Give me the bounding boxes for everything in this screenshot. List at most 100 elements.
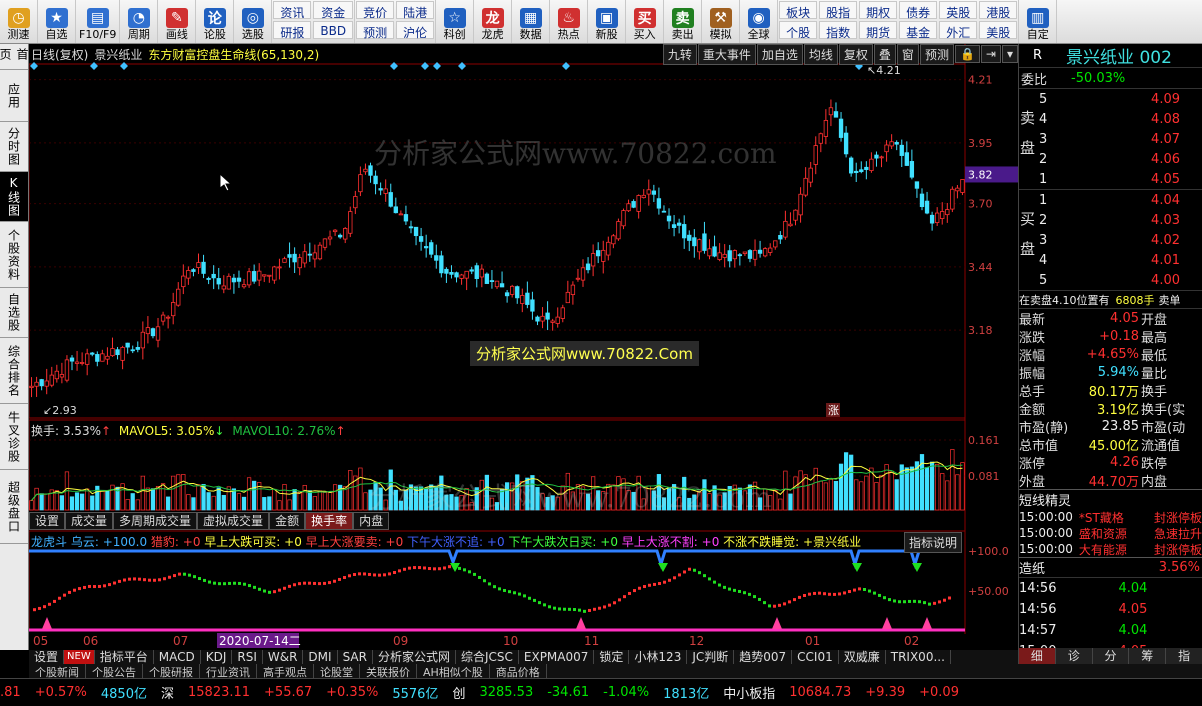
toolbar-link-grid3-8[interactable]: 期货 <box>859 21 898 40</box>
indicator-tab-11[interactable]: EXPMA007 <box>519 650 595 664</box>
indicator-tab-8[interactable]: SAR <box>338 650 373 664</box>
buttons-button-4[interactable]: ✎ 画线 <box>158 0 197 43</box>
indicator-tab-18[interactable]: TRIX00... <box>886 650 951 664</box>
toolbar-link-grid1-0[interactable]: 资讯 <box>273 1 312 20</box>
buy-row[interactable]: 4 4.01 <box>1019 250 1202 270</box>
indicator-tab-3[interactable]: MACD <box>154 650 201 664</box>
indicator-tab-13[interactable]: 小林123 <box>629 650 688 664</box>
buttons-button-6[interactable]: ◎ 选股 <box>234 0 273 43</box>
chart-tool-7[interactable]: 预测 <box>919 43 954 65</box>
chevron-down-icon[interactable]: ▾ <box>1001 45 1018 63</box>
right-tab-2[interactable]: 分 <box>1092 648 1130 664</box>
buttons2-button-2[interactable]: ▦ 数据 <box>512 0 551 43</box>
toolbar-link-grid3-5[interactable]: 港股 <box>979 1 1018 20</box>
indicator-tab-7[interactable]: DMI <box>303 650 338 664</box>
volume-tab-6[interactable]: 内盘 <box>353 512 390 530</box>
toolbar-link-grid3-4[interactable]: 英股 <box>939 1 978 20</box>
toolbar-link-grid2-2[interactable]: 预测 <box>356 21 395 40</box>
indicator-tab-2[interactable]: 指标平台 <box>95 650 154 664</box>
indicator-tab-14[interactable]: JC判断 <box>687 650 735 664</box>
buttons2-button-0[interactable]: ☆ 科创 <box>436 0 475 43</box>
toolbar-link-grid1-1[interactable]: 资金 <box>313 1 354 20</box>
buy-row[interactable]: 1 4.04 <box>1019 190 1202 210</box>
chart-period[interactable]: 日线(复权) <box>31 46 88 63</box>
volume-tab-4[interactable]: 金额 <box>269 512 306 530</box>
right-tab-0[interactable]: 细 <box>1019 648 1056 664</box>
indicator-tab-9[interactable]: 分析家公式网 <box>373 650 456 664</box>
news-tab-8[interactable]: 商品价格 <box>490 664 547 678</box>
toolbar-link-grid2-0[interactable]: 竞价 <box>356 1 395 20</box>
sidebar-item-6[interactable]: 综合排名 <box>0 338 28 404</box>
news-tab-7[interactable]: AH相似个股 <box>417 664 490 678</box>
news-tab-6[interactable]: 关联报价 <box>360 664 417 678</box>
volume-tab-3[interactable]: 虚拟成交量 <box>197 512 270 530</box>
sell-row[interactable]: 5 4.09 <box>1019 89 1202 109</box>
buttons2-button-4[interactable]: ▣ 新股 <box>588 0 627 43</box>
buttons2-button-7[interactable]: ⚒ 模拟 <box>702 0 741 43</box>
toolbar-link-grid3-0[interactable]: 板块 <box>779 1 818 20</box>
chart-tool-3[interactable]: 均线 <box>803 43 838 65</box>
lock-icon[interactable]: 🔒 <box>954 45 980 63</box>
arrow-icon[interactable]: ⇥ <box>980 45 1001 63</box>
short-title-row[interactable]: 短线精灵 <box>1019 489 1202 509</box>
toolbar-link-grid3-3[interactable]: 债券 <box>899 1 938 20</box>
indicator-tab-17[interactable]: 双威廉 <box>839 650 886 664</box>
news-tab-3[interactable]: 行业资讯 <box>200 664 257 678</box>
toolbar-link-grid1-3[interactable]: BBD <box>313 21 354 39</box>
sidebar-item-8[interactable]: 超级盘口 <box>0 470 28 544</box>
custom-button[interactable]: ▥ 自定 <box>1019 0 1058 43</box>
buttons2-button-1[interactable]: 龙龙虎 <box>474 0 513 43</box>
sidebar-item-0[interactable]: 首页 <box>0 44 29 70</box>
sidebar-item-2[interactable]: 分时图 <box>0 122 28 172</box>
toolbar-link-grid3-1[interactable]: 股指 <box>819 1 858 20</box>
toolbar-link-grid3-10[interactable]: 外汇 <box>939 21 978 40</box>
chart-tool-4[interactable]: 复权 <box>838 43 873 65</box>
sell-row[interactable]: 3 4.07 <box>1019 129 1202 149</box>
buttons-button-5[interactable]: 论论股 <box>196 0 235 43</box>
toolbar-link-grid3-11[interactable]: 美股 <box>979 21 1018 40</box>
toolbar-link-grid2-1[interactable]: 陆港 <box>396 1 435 20</box>
chart-tool-6[interactable]: 窗 <box>896 43 919 65</box>
short-item[interactable]: 15:00:00 大有能源 封涨停板 <box>1019 541 1202 557</box>
chart-tool-5[interactable]: 叠 <box>873 43 896 65</box>
news-tab-2[interactable]: 个股研报 <box>143 664 200 678</box>
buttons2-button-6[interactable]: 卖卖出 <box>664 0 703 43</box>
sidebar-item-3[interactable]: K线图 <box>0 172 28 222</box>
buy-row[interactable]: 3 4.02 <box>1019 230 1202 250</box>
sidebar-item-5[interactable]: 自选股 <box>0 288 28 338</box>
volume-tab-0[interactable]: 设置 <box>29 512 66 530</box>
sidebar-item-1[interactable]: 应用 <box>0 70 28 122</box>
chart-formula[interactable]: 东方财富控盘生命线(65,130,2) <box>148 46 319 63</box>
chart-tool-2[interactable]: 加自选 <box>756 43 803 65</box>
toolbar-link-grid3-2[interactable]: 期权 <box>859 1 898 20</box>
buy-row[interactable]: 5 4.00 <box>1019 270 1202 290</box>
sell-row[interactable]: 1 4.05 <box>1019 169 1202 189</box>
sell-row[interactable]: 2 4.06 <box>1019 149 1202 169</box>
sector-row[interactable]: 造纸 3.56% <box>1019 557 1202 577</box>
indicator-help-button[interactable]: 指标说明 <box>904 532 963 553</box>
chart-tool-1[interactable]: 重大事件 <box>697 43 756 65</box>
toolbar-link-grid3-7[interactable]: 指数 <box>819 21 858 40</box>
right-tab-4[interactable]: 指 <box>1166 648 1202 664</box>
sidebar-item-4[interactable]: 个股资料 <box>0 222 28 288</box>
toolbar-link-grid3-6[interactable]: 个股 <box>779 21 818 40</box>
buttons2-button-8[interactable]: ◉ 全球 <box>740 0 779 43</box>
volume-tab-5[interactable]: 换手率 <box>305 512 354 530</box>
toolbar-link-grid3-9[interactable]: 基金 <box>899 21 938 40</box>
indicator-tab-6[interactable]: W&R <box>263 650 304 664</box>
right-tab-3[interactable]: 筹 <box>1129 648 1167 664</box>
volume-tab-2[interactable]: 多周期成交量 <box>113 512 198 530</box>
short-item[interactable]: 15:00:00 *ST藏格 封涨停板 <box>1019 509 1202 525</box>
short-item[interactable]: 15:00:00 盛和资源 急速拉升 <box>1019 525 1202 541</box>
chart-tool-0[interactable]: 九转 <box>662 43 697 65</box>
toolbar-link-grid1-2[interactable]: 研报 <box>273 21 312 40</box>
buttons-button-1[interactable]: ★ 自选 <box>38 0 76 43</box>
indicator-tab-4[interactable]: KDJ <box>201 650 233 664</box>
right-tab-1[interactable]: 诊 <box>1055 648 1093 664</box>
sell-row[interactable]: 4 4.08 <box>1019 109 1202 129</box>
news-tab-0[interactable]: 个股新闻 <box>29 664 86 678</box>
indicator-tab-10[interactable]: 综合JCSC <box>456 650 519 664</box>
news-tab-4[interactable]: 高手观点 <box>257 664 314 678</box>
indicator-tab-16[interactable]: CCI01 <box>792 650 839 664</box>
buttons2-button-5[interactable]: 买买入 <box>626 0 665 43</box>
